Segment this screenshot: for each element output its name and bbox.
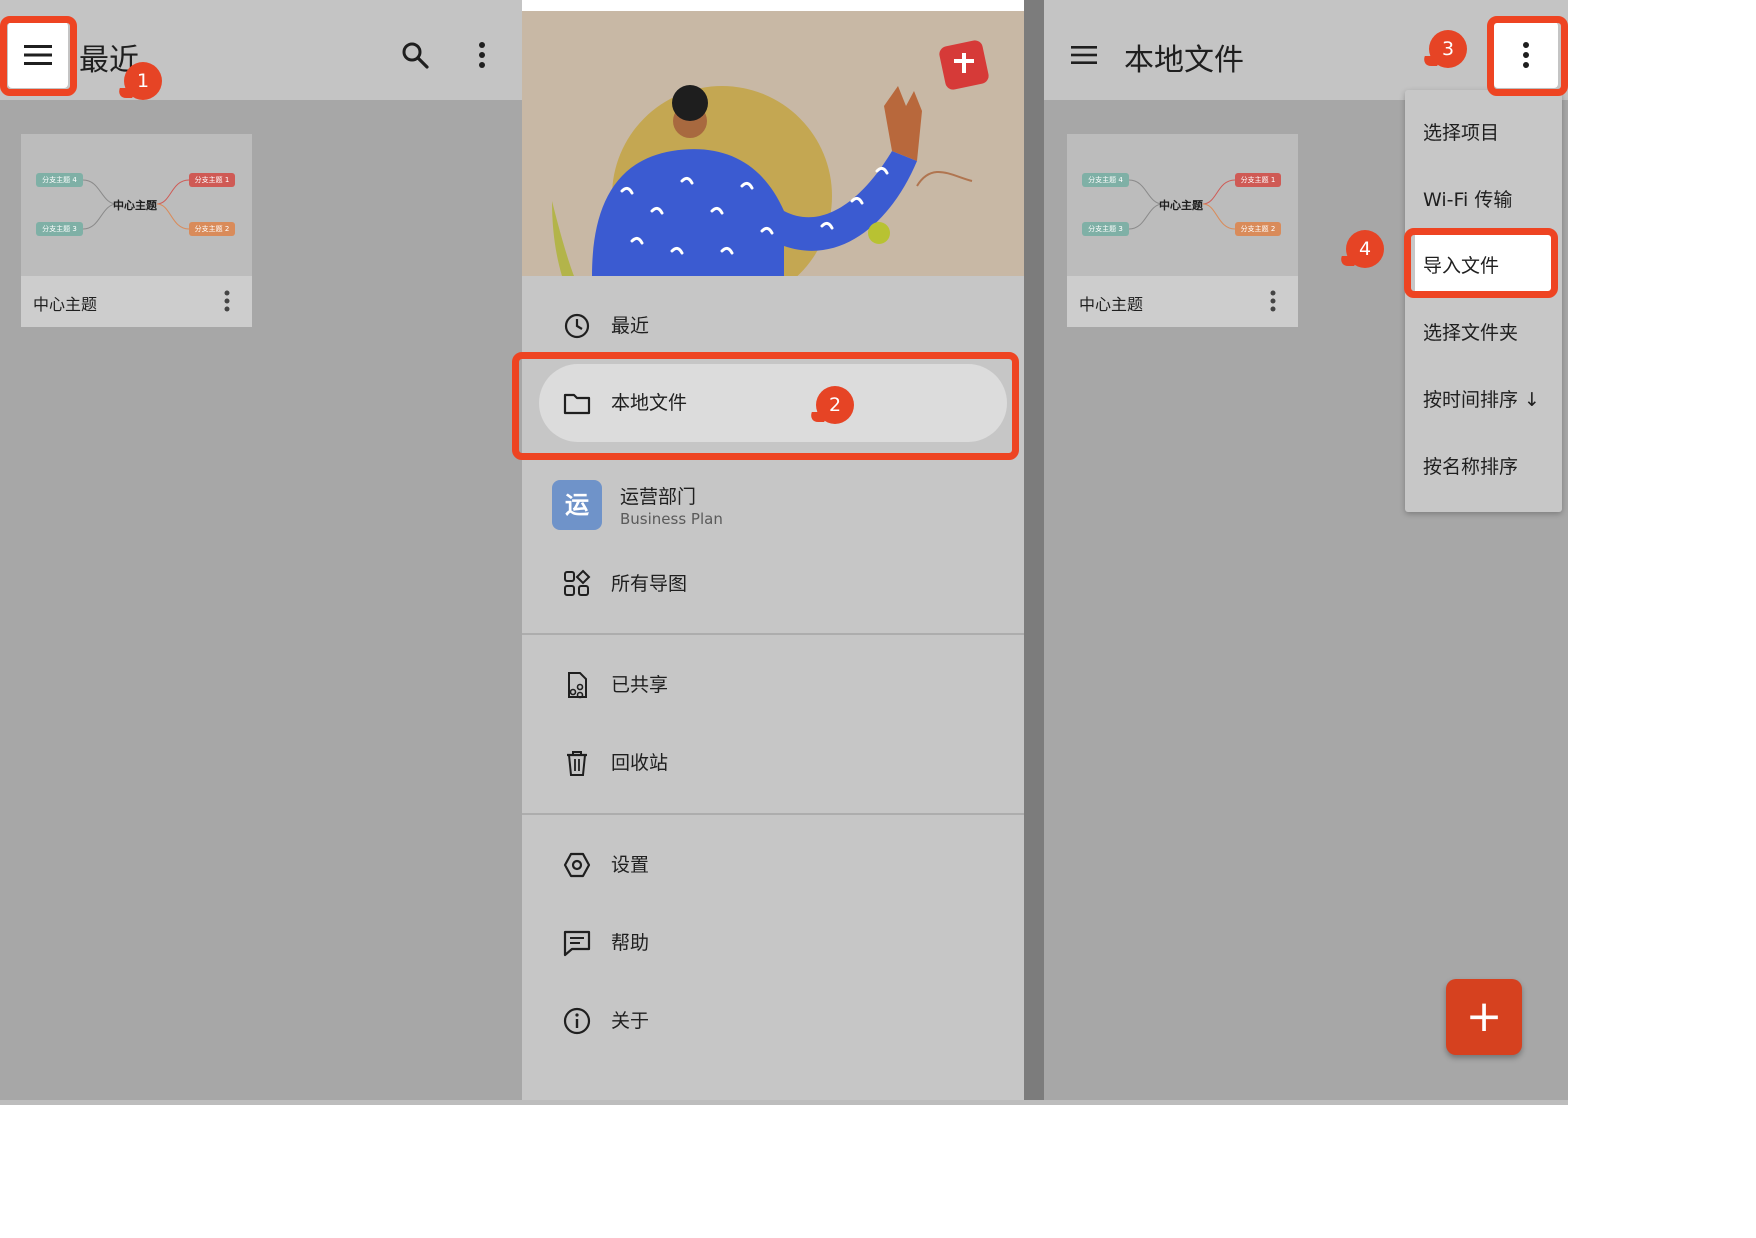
menu-button[interactable]: [1064, 35, 1104, 75]
center-node: 中心主题: [113, 199, 157, 212]
more-vertical-icon: [479, 42, 485, 68]
team-subtitle: Business Plan: [620, 510, 723, 528]
navigation-drawer: 最近 本地文件 运 运营部门 Business Plan 所有导图 已共享 回收…: [522, 11, 1024, 1100]
card-more-button[interactable]: [1270, 290, 1276, 316]
more-vertical-icon: [224, 290, 230, 312]
team-avatar: 运: [552, 480, 602, 530]
step-badge: 3: [1429, 30, 1467, 68]
menu-item-sort-by-name[interactable]: 按名称排序: [1423, 452, 1518, 482]
menu-item-select-items[interactable]: 选择项目: [1423, 118, 1499, 148]
nav-label: 回收站: [611, 752, 669, 774]
highlight-local-files: [512, 352, 1019, 460]
mindmap-thumbnail: 分支主题 4 分支主题 3 分支主题 1 分支主题 2 中心主题: [21, 134, 252, 276]
nav-label: 关于: [611, 1010, 650, 1032]
mindmap-card[interactable]: 分支主题 4 分支主题 3 分支主题 1 分支主题 2 中心主题 中心主题: [1067, 134, 1298, 327]
nav-label: 最近: [611, 315, 650, 337]
card-footer: 中心主题: [21, 276, 252, 327]
nav-item-team-operations[interactable]: 运 运营部门 Business Plan: [522, 476, 1024, 546]
bottom-edge: [0, 1100, 1568, 1105]
branch-node: 分支主题 4: [1082, 173, 1129, 187]
hamburger-icon: [1071, 46, 1097, 64]
info-icon: [563, 1007, 591, 1035]
recent-app-bar: 最近: [0, 0, 522, 100]
card-title: 中心主题: [1079, 295, 1144, 314]
plus-icon: +: [1465, 991, 1503, 1042]
nav-item-recent[interactable]: 最近: [522, 296, 1024, 356]
nav-item-help[interactable]: 帮助: [522, 913, 1024, 973]
overflow-menu: 选择项目 Wi-Fi 传输 导入文件 选择文件夹 按时间排序 ↓ 按名称排序: [1405, 90, 1562, 512]
search-button[interactable]: [395, 35, 435, 75]
more-options-button[interactable]: [467, 35, 497, 75]
search-icon: [402, 42, 429, 69]
grid-icon: [564, 569, 591, 596]
branch-node: 分支主题 3: [36, 222, 83, 236]
nav-item-trash[interactable]: 回收站: [522, 733, 1024, 793]
branch-node: 分支主题 3: [1082, 222, 1129, 236]
card-title: 中心主题: [33, 295, 98, 314]
nav-label: 所有导图: [611, 573, 688, 595]
nav-item-about[interactable]: 关于: [522, 991, 1024, 1051]
drawer-header-illustration: [522, 11, 1024, 276]
nav-item-shared[interactable]: 已共享: [522, 655, 1024, 715]
branch-node: 分支主题 1: [1235, 173, 1281, 187]
help-chat-icon: [563, 930, 591, 957]
menu-item-wifi-transfer[interactable]: Wi-Fi 传输: [1423, 185, 1512, 215]
nav-label: 帮助: [611, 932, 650, 954]
step-badge: 4: [1346, 230, 1384, 268]
trash-icon: [567, 751, 587, 776]
highlight-menu-button: [0, 16, 77, 96]
clock-icon: [564, 313, 590, 339]
panel-separator: [1024, 0, 1044, 1100]
branch-node: 分支主题 4: [36, 173, 83, 187]
mindmap-card[interactable]: 分支主题 4 分支主题 3 分支主题 1 分支主题 2 中心主题 中心主题: [21, 134, 252, 327]
nav-label: 设置: [611, 854, 650, 876]
step-badge: 2: [816, 386, 854, 424]
highlight-more-button: [1487, 16, 1568, 96]
card-footer: 中心主题: [1067, 276, 1298, 327]
highlight-import-file: [1404, 228, 1558, 298]
mindmap-thumbnail: 分支主题 4 分支主题 3 分支主题 1 分支主题 2 中心主题: [1067, 134, 1298, 276]
card-more-button[interactable]: [224, 290, 230, 316]
center-node: 中心主题: [1159, 199, 1203, 212]
drawer-divider: [522, 813, 1024, 815]
nav-label: 已共享: [611, 674, 669, 696]
nav-item-all-maps[interactable]: 所有导图: [522, 554, 1024, 614]
recent-panel: 最近 分支主题 4 分支主题 3 分支主题 1 分支主题 2 中心主题 中心主题: [0, 0, 522, 1100]
nav-item-settings[interactable]: 设置: [522, 835, 1024, 895]
step-badge: 1: [124, 62, 162, 100]
shared-file-icon: [568, 672, 587, 699]
add-file-fab[interactable]: +: [1446, 979, 1522, 1055]
team-name: 运营部门: [620, 486, 697, 508]
branch-node: 分支主题 2: [1235, 222, 1281, 236]
branch-node: 分支主题 1: [189, 173, 235, 187]
more-vertical-icon: [1270, 290, 1276, 312]
settings-icon: [563, 852, 591, 878]
menu-item-select-folder[interactable]: 选择文件夹: [1423, 318, 1518, 348]
drawer-divider: [522, 633, 1024, 635]
branch-node: 分支主题 2: [189, 222, 235, 236]
page-title: 本地文件: [1124, 43, 1244, 78]
menu-item-sort-by-time[interactable]: 按时间排序 ↓: [1423, 385, 1540, 415]
person-illustration: [522, 11, 1024, 276]
